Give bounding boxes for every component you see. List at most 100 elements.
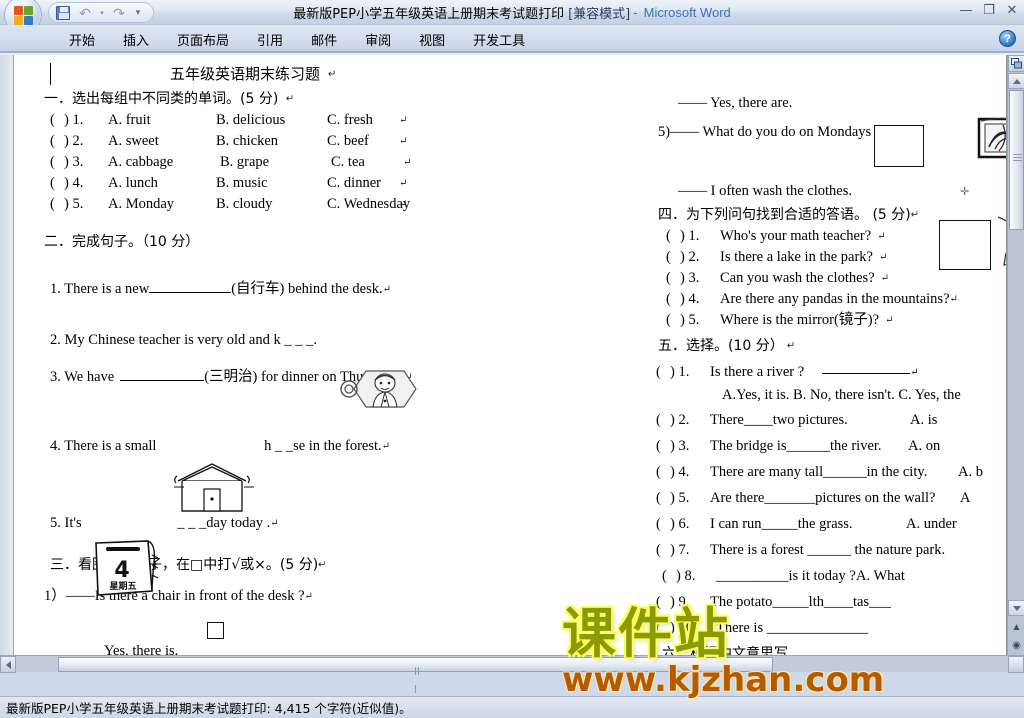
tab-insert[interactable]: 插入 (109, 28, 163, 50)
row-number: ) 3. (680, 270, 700, 286)
answer-box-right-2[interactable] (939, 220, 991, 270)
right-question-5: 5)—— What do you do on Mondays ? (658, 124, 989, 141)
window-title-app: Microsoft Word (643, 5, 731, 20)
paragraph-mark: ↵ (783, 340, 796, 352)
option-c: C. beef (327, 133, 369, 149)
right-answer-wash-text: —— I often wash the clothes. (678, 183, 852, 199)
document-page[interactable]: 五年级英语期末练习题 ↵ 一．选出每组中不同类的单词。(5 分) ↵ ( ) 1… (14, 55, 1006, 672)
row-number: ) 6. (670, 516, 690, 532)
section-2-question-2: 2. My Chinese teacher is very old and k … (50, 332, 582, 349)
minimize-button[interactable]: — (958, 3, 974, 18)
section-2-question-5: 5. It's _ _ _day today .↵ (50, 515, 582, 532)
paragraph-mark: ↵ (318, 559, 327, 571)
tab-view[interactable]: 视图 (405, 28, 459, 50)
tab-review[interactable]: 审阅 (351, 28, 405, 50)
row-options: A. on (908, 438, 941, 454)
tab-references[interactable]: 引用 (243, 28, 297, 50)
table-row: ( ) 7. There is a forest ______ the natu… (656, 537, 989, 563)
paragraph-mark: ↵ (880, 273, 890, 284)
row-number: ) 5. (680, 312, 700, 328)
s3-q1-text: 1）——Is there a chair in front of the des… (44, 588, 305, 604)
split-window-button[interactable] (1008, 55, 1024, 72)
option-b: B. delicious (216, 112, 286, 128)
row-options: A.Yes, it is. B. No, there isn't. C. Yes… (722, 387, 961, 403)
section-2-question-3: 3. We have (三明治) for dinner on Thursdays.… (50, 365, 582, 386)
row-open-paren: ( (666, 249, 671, 265)
tab-developer[interactable]: 开发工具 (459, 28, 539, 50)
picture-frame-clipart (977, 113, 1006, 165)
option-a: A. cabbage (108, 154, 174, 170)
scroll-right-button[interactable] (1008, 656, 1024, 673)
section-4-heading-text: 四．为下列问句找到合适的答语。 (5 分) (658, 207, 911, 223)
document-title-text: 五年级英语期末练习题 (170, 65, 321, 83)
table-row: ( ) 5. A. Monday B. cloudy C. Wednesday … (50, 194, 582, 215)
status-bar-text: 最新版PEP小学五年级英语上册期末考试题打印: 4,415 个字符(近似值)。 (6, 701, 412, 716)
window-title: 最新版PEP小学五年级英语上册期末考试题打印 [兼容模式] - Microsof… (0, 0, 1024, 25)
option-a: A. fruit (108, 112, 151, 128)
right-q5-text: 5)—— What do you do on Mondays ? (658, 124, 882, 140)
help-icon[interactable]: ? (999, 30, 1016, 47)
scroll-down-button[interactable] (1008, 600, 1024, 616)
scroll-grip-icon (415, 662, 422, 693)
option-a: A. Monday (108, 196, 175, 212)
row-text: The bridge is______the river. (710, 438, 882, 454)
table-row: ( ) 1. A. fruit B. delicious C. fresh ↵ (50, 110, 582, 131)
option-b: B. cloudy (216, 196, 273, 212)
paragraph-mark: ↵ (270, 518, 279, 530)
window-title-dash: - (633, 5, 638, 20)
horizontal-scroll-thumb[interactable] (58, 657, 773, 693)
paragraph-mark: ↵ (324, 69, 337, 80)
right-answer-yes-text: —— Yes, there are. (678, 95, 793, 111)
table-row: ( ) 3. Can you wash the clothes? ↵ (666, 268, 989, 289)
section-5-heading: 五．选择。(10 分） ↵ (658, 335, 989, 355)
calendar-clipart: 4 星期五 (90, 539, 166, 597)
row-number: ) 1. (64, 112, 84, 128)
tab-mailings[interactable]: 邮件 (297, 28, 351, 50)
window-title-mode: [兼容模式] (568, 7, 631, 22)
restore-button[interactable]: ❐ (981, 3, 997, 18)
answer-checkbox[interactable] (207, 622, 224, 639)
row-text: There are many tall______in the city. (710, 464, 928, 480)
document-content: 五年级英语期末练习题 ↵ 一．选出每组中不同类的单词。(5 分) ↵ ( ) 1… (14, 55, 1006, 662)
right-answer-yes: —— Yes, there are. (678, 95, 989, 112)
close-button[interactable]: ✕ (1004, 3, 1020, 18)
paragraph-mark: ↵ (949, 294, 958, 305)
option-c: C. Wednesday (327, 196, 411, 212)
table-row: ( ) 4. A. lunch B. music C. dinner ↵ (50, 173, 582, 194)
svg-text:星期五: 星期五 (109, 580, 136, 592)
vertical-scroll-thumb[interactable] (1009, 90, 1024, 230)
tab-page-layout[interactable]: 页面布局 (163, 28, 243, 50)
select-browse-object-button[interactable]: ◉ (1008, 636, 1024, 654)
row-number: ) 4. (680, 291, 700, 307)
text-cursor (50, 63, 51, 85)
horizontal-scrollbar[interactable] (0, 655, 1024, 693)
paragraph-mark: ↵ (910, 367, 919, 378)
row-text: Who's your math teacher? (720, 228, 872, 244)
table-row: ( ) 3. A. cabbage B. grape C. tea ↵ (50, 152, 582, 173)
tab-home[interactable]: 开始 (55, 28, 109, 50)
vertical-ruler (0, 55, 14, 672)
row-number: ) 2. (670, 412, 690, 428)
table-row: ( ) 2. A. sweet B. chicken C. beef ↵ (50, 131, 582, 152)
table-row: ( ) 9. The potato_____lth____tas___ (656, 589, 989, 615)
row-options: A. What (856, 568, 905, 584)
vertical-scrollbar[interactable]: ▲ ◉ ▼ (1007, 55, 1024, 672)
table-row: ( ) 4. Are there any pandas in the mount… (666, 289, 989, 310)
row-number: ) 5. (670, 490, 690, 506)
document-right-column: —— Yes, there are. 5)—— What do you do o… (644, 55, 989, 663)
paragraph-mark: ↵ (885, 315, 894, 326)
row-text: __________is it today ? (716, 568, 856, 584)
paragraph-mark: ↵ (399, 115, 408, 126)
scroll-up-button[interactable] (1008, 73, 1024, 89)
paragraph-mark: ↵ (399, 178, 408, 189)
row-text: There____two pictures. (710, 412, 848, 428)
answer-box-right-1[interactable] (874, 125, 924, 167)
scroll-left-button[interactable] (0, 656, 16, 673)
section-2-heading-text: 二．完成句子。（10 分） (44, 234, 200, 250)
section-1-heading-text: 一．选出每组中不同类的单词。(5 分) (44, 91, 279, 107)
previous-page-button[interactable]: ▲ (1008, 618, 1024, 636)
row-number: ) 4. (670, 464, 690, 480)
paragraph-mark: ↵ (910, 209, 920, 221)
row-text: The potato_____lth____tas___ (710, 594, 891, 610)
ribbon-tabs: 开始 插入 页面布局 引用 邮件 审阅 视图 开发工具 (55, 25, 539, 53)
